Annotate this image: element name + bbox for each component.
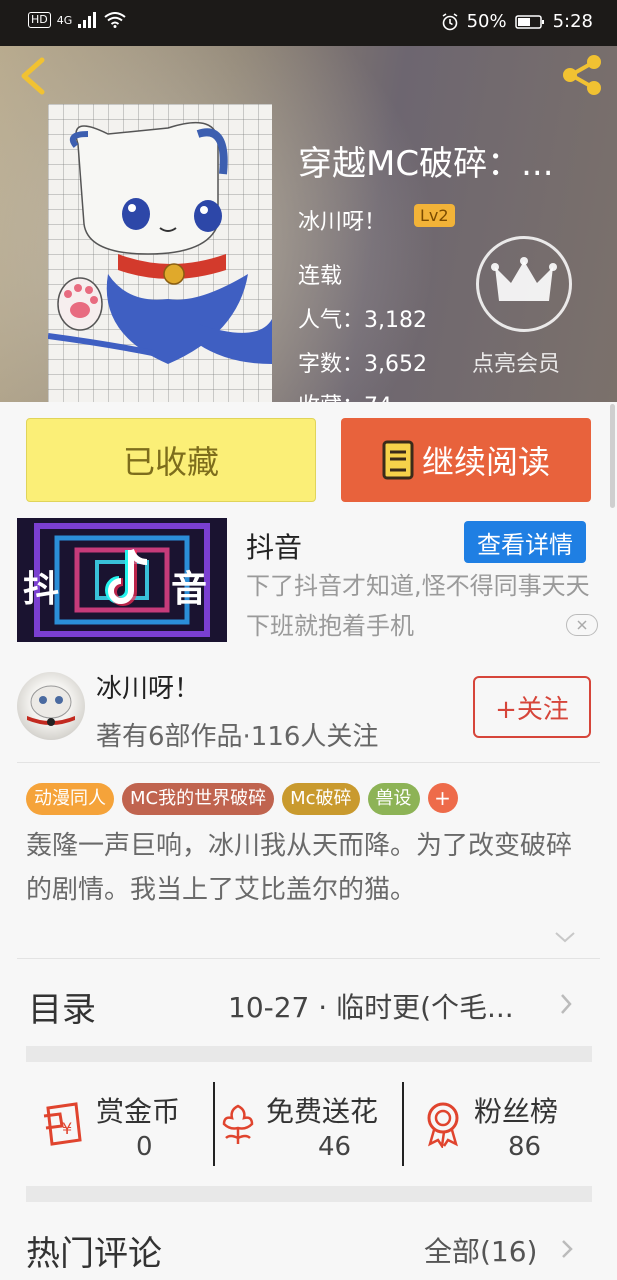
share-icon[interactable] <box>558 52 606 98</box>
fans-label: 粉丝榜 <box>474 1095 559 1128</box>
author-avatar[interactable] <box>17 672 85 740</box>
synopsis: 轰隆一声巨响，冰川我从天而降。为了改变破碎的剧情。我当上了艾比盖尔的猫。 <box>26 831 573 905</box>
avatar-art <box>27 685 75 726</box>
section-divider <box>26 1046 592 1062</box>
toc-title: 目录 <box>28 990 96 1030</box>
clock: 5:28 <box>552 11 593 32</box>
ad-thumbnail-text-left: 抖 <box>23 569 60 610</box>
ad-details-button[interactable]: 查看详情 <box>464 521 586 563</box>
chevron-right-icon <box>561 994 572 1014</box>
cover-illustration <box>48 121 272 364</box>
chevron-right-icon <box>562 1240 573 1258</box>
battery-percent: 50% <box>466 11 507 32</box>
divider <box>213 1082 215 1166</box>
toc-latest-chapter: 10-27 · 临时更(个毛... <box>228 991 514 1024</box>
book-cover[interactable] <box>48 104 272 404</box>
hd-indicator: HD <box>28 12 51 28</box>
coins-value: 0 <box>136 1132 153 1162</box>
flower-icon <box>222 1104 254 1144</box>
all-comments-label: 全部(16) <box>424 1235 538 1268</box>
reward-flowers[interactable]: 免费送花 46 <box>216 1090 402 1170</box>
flowers-label: 免费送花 <box>266 1095 379 1128</box>
book-title: 穿越MC破碎：... <box>298 144 554 184</box>
divider <box>17 958 600 959</box>
crown-icon <box>491 257 557 301</box>
author-row-meta: 著有6部作品·116人关注 <box>96 722 379 752</box>
book-word-count: 字数：3,652 <box>298 352 427 377</box>
tag-list: 动漫同人 MC我的世界破碎 Mc破碎 兽设 + <box>26 783 458 815</box>
author-level-badge: Lv2 <box>414 204 455 227</box>
section-divider <box>26 1186 592 1202</box>
book-author[interactable]: 冰川呀！ <box>298 204 386 236</box>
ad-thumbnail-text-right: 音 <box>171 569 208 610</box>
hot-comments-title: 热门评论 <box>26 1234 162 1274</box>
fans-value: 86 <box>508 1132 542 1162</box>
alarm-icon <box>442 12 458 30</box>
reward-coins[interactable]: ¥ 赏金币 0 <box>40 1090 210 1170</box>
book-popularity: 人气：3,182 <box>298 308 427 333</box>
scrollbar[interactable] <box>610 404 615 508</box>
author-row-name[interactable]: 冰川呀！ <box>96 668 200 705</box>
collected-label: 已收藏 <box>122 443 219 481</box>
ad-close-button[interactable] <box>566 614 598 636</box>
wifi-icon <box>104 12 126 28</box>
chevron-down-icon[interactable] <box>554 930 576 944</box>
continue-reading-button[interactable]: 继续阅读 <box>341 418 591 502</box>
signal-icon <box>78 12 97 28</box>
tag-item[interactable]: Mc破碎 <box>282 783 360 815</box>
red-envelope-icon: ¥ <box>43 1102 82 1146</box>
reward-fans[interactable]: 粉丝榜 86 <box>422 1090 592 1170</box>
tag-item[interactable]: MC我的世界破碎 <box>122 783 275 815</box>
svg-text:¥: ¥ <box>62 1119 72 1138</box>
tag-item[interactable]: 兽设 <box>367 783 420 815</box>
tiktok-logo-icon <box>105 548 148 606</box>
network-type: 4G <box>56 13 73 27</box>
vip-label[interactable]: 点亮会员 <box>472 346 560 378</box>
vip-crown-button[interactable] <box>476 236 572 332</box>
battery-icon <box>514 14 544 29</box>
book-favorites-text: 收藏：74 <box>298 388 392 402</box>
status-bar: HD 4G 50% 5:28 <box>0 0 617 46</box>
flowers-value: 46 <box>318 1132 352 1162</box>
continue-reading-label: 继续阅读 <box>421 443 550 481</box>
ad-title[interactable]: 抖音 <box>246 526 302 566</box>
tag-item[interactable]: 动漫同人 <box>26 783 114 815</box>
collected-button[interactable]: 已收藏 <box>26 418 316 502</box>
add-tag-button[interactable]: + <box>427 783 458 813</box>
coins-label: 赏金币 <box>96 1095 181 1128</box>
close-icon <box>577 620 587 630</box>
divider <box>17 762 600 763</box>
book-status: 连载 <box>298 264 343 289</box>
ad-thumbnail[interactable]: 抖 音 <box>17 518 227 642</box>
divider <box>402 1082 404 1166</box>
book-favorites: 收藏：74 <box>298 386 392 402</box>
book-icon <box>382 440 414 480</box>
back-arrow-icon[interactable] <box>16 56 48 96</box>
follow-button[interactable]: +关注 <box>473 676 591 738</box>
ad-description[interactable]: 下了抖音才知道,怪不得同事天天下班就抱着手机 <box>246 566 606 646</box>
medal-icon <box>427 1102 459 1148</box>
